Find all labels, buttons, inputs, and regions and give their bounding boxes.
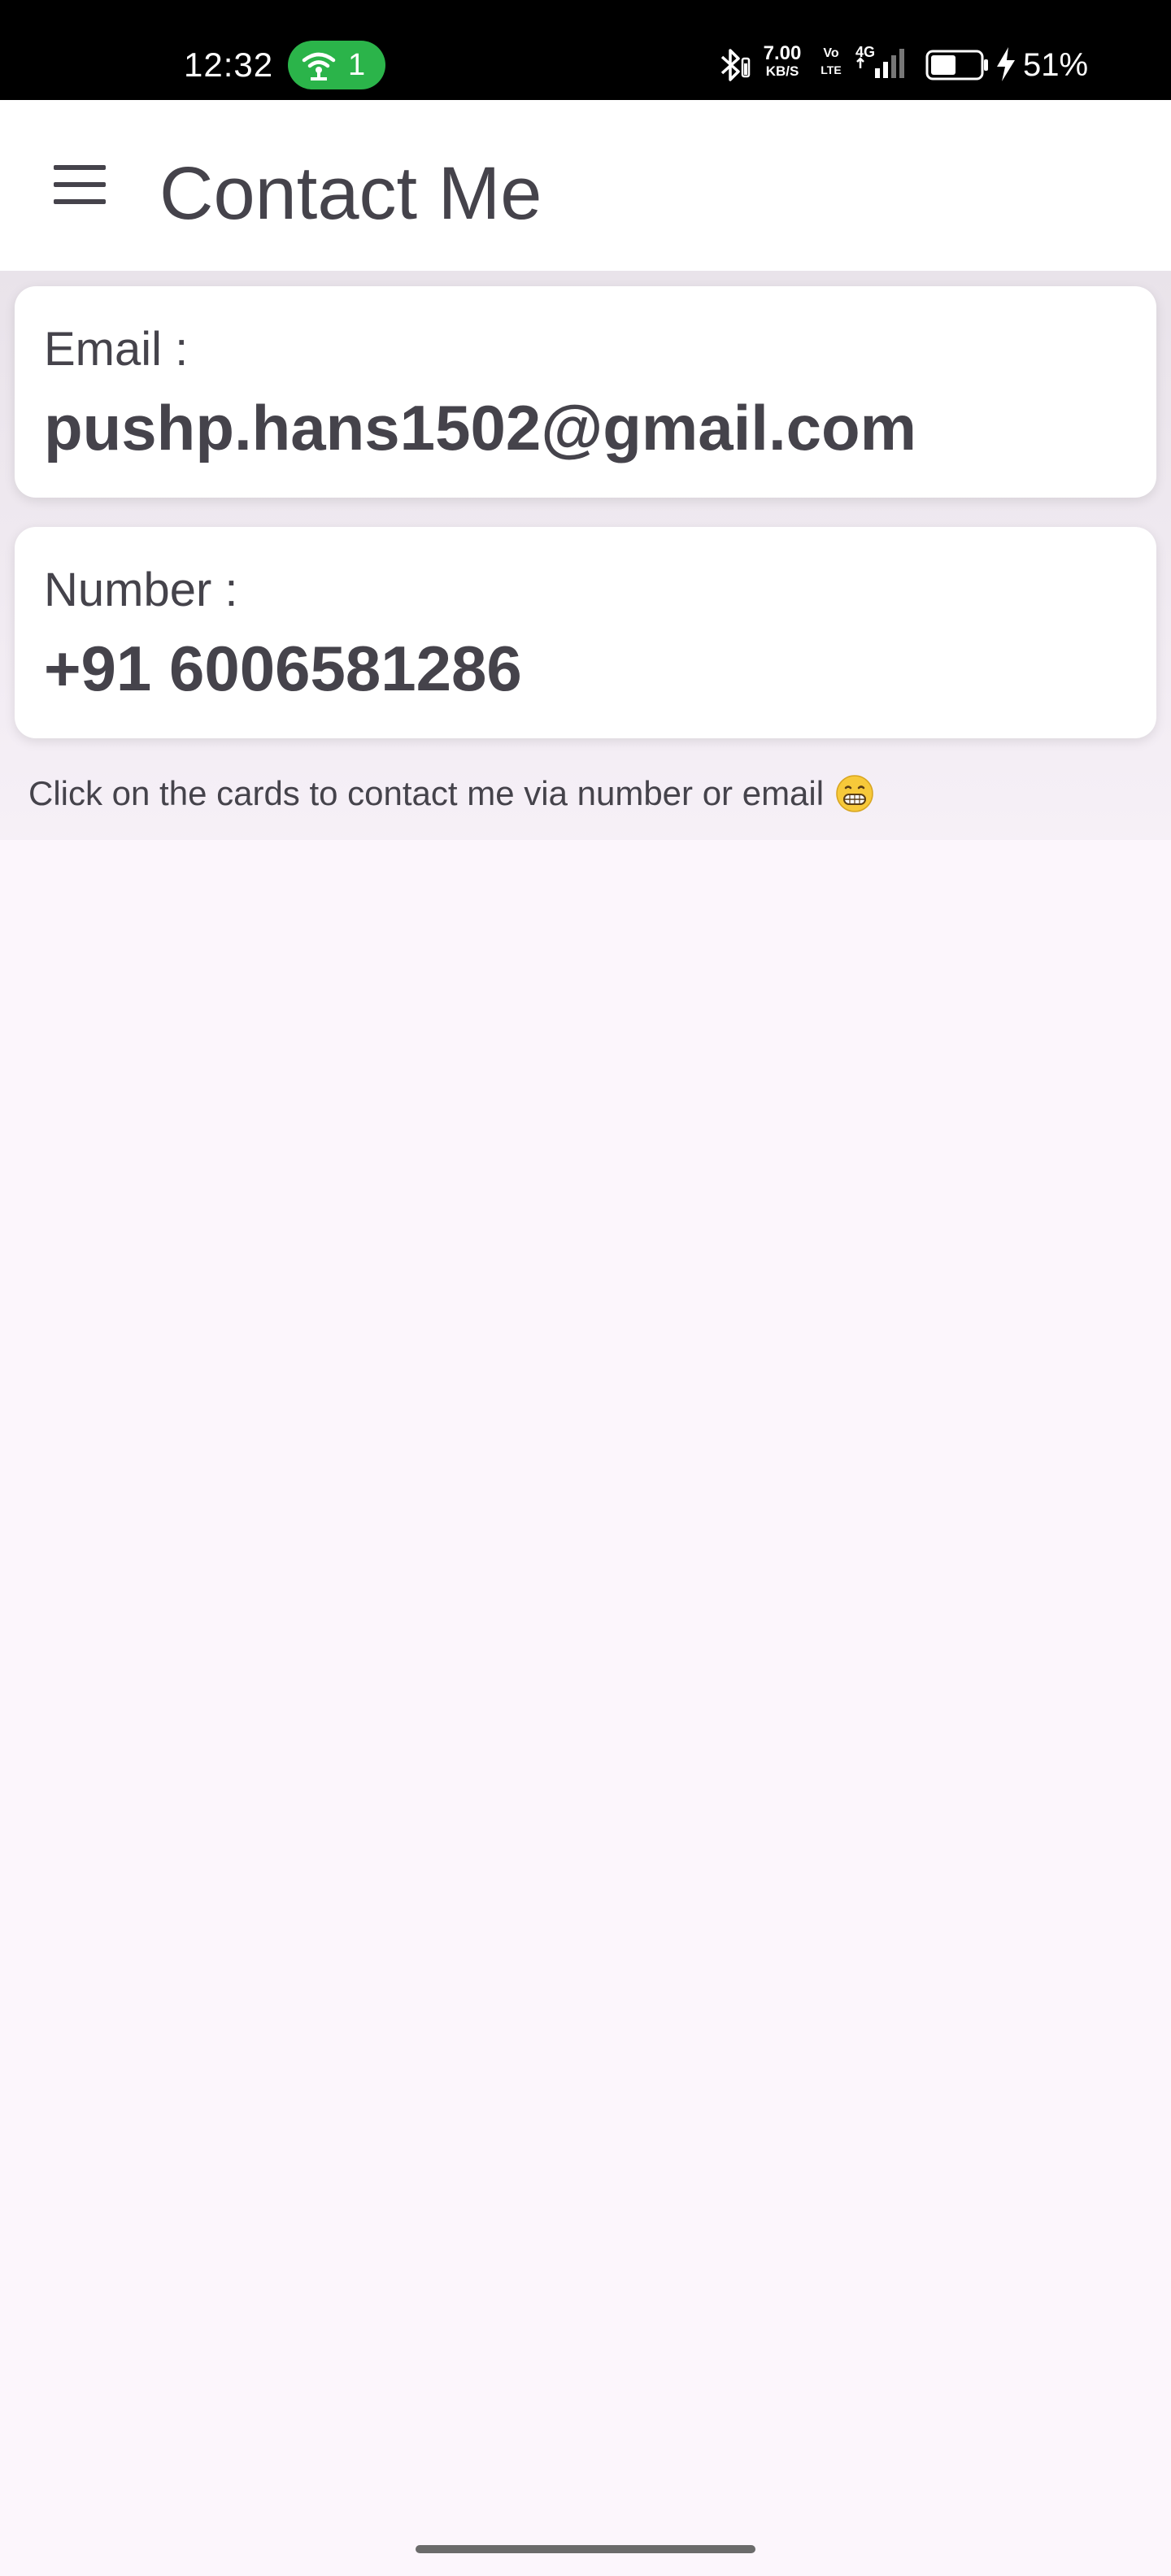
- email-value: pushp.hans1502@gmail.com: [44, 392, 917, 463]
- signal-icon: 4G: [855, 44, 904, 78]
- app-bar: Contact Me: [0, 100, 1171, 271]
- page-title: Contact Me: [159, 152, 542, 235]
- status-time: 12:32: [184, 46, 274, 84]
- status-bar: 12:32 1 7.00 KB/S Vo LTE 4G 51%: [0, 0, 1171, 100]
- volte-indicator: Vo LTE: [816, 46, 846, 78]
- grinning-face-icon: [836, 775, 873, 812]
- hotspot-icon: [302, 52, 336, 80]
- battery-percent: 51%: [1023, 47, 1089, 83]
- home-indicator[interactable]: [416, 2545, 755, 2553]
- network-speed-unit: KB/S: [765, 63, 799, 79]
- menu-button[interactable]: [33, 137, 127, 232]
- screen: 12:32 1 7.00 KB/S Vo LTE 4G 51% Contact …: [0, 0, 1171, 2576]
- hotspot-indicator[interactable]: 1: [288, 41, 385, 89]
- email-card[interactable]: Email : pushp.hans1502@gmail.com: [15, 286, 1156, 498]
- network-speed-value: 7.00: [763, 42, 802, 64]
- network-type: 4G: [855, 44, 875, 60]
- hamburger-menu-icon: [54, 165, 106, 204]
- battery-icon: [925, 50, 988, 80]
- number-value: +91 6006581286: [44, 633, 522, 704]
- volte-top: Vo: [823, 46, 839, 60]
- email-label: Email :: [44, 323, 189, 376]
- number-card[interactable]: Number : +91 6006581286: [15, 527, 1156, 738]
- network-speed: 7.00 KB/S: [758, 44, 807, 80]
- hint: Click on the cards to contact me via num…: [28, 769, 874, 818]
- number-label: Number :: [44, 564, 238, 616]
- hint-text: Click on the cards to contact me via num…: [28, 774, 825, 812]
- bluetooth-icon: [720, 49, 751, 81]
- hotspot-count: 1: [348, 48, 366, 82]
- charging-icon: [997, 47, 1015, 81]
- volte-bottom: LTE: [821, 63, 842, 76]
